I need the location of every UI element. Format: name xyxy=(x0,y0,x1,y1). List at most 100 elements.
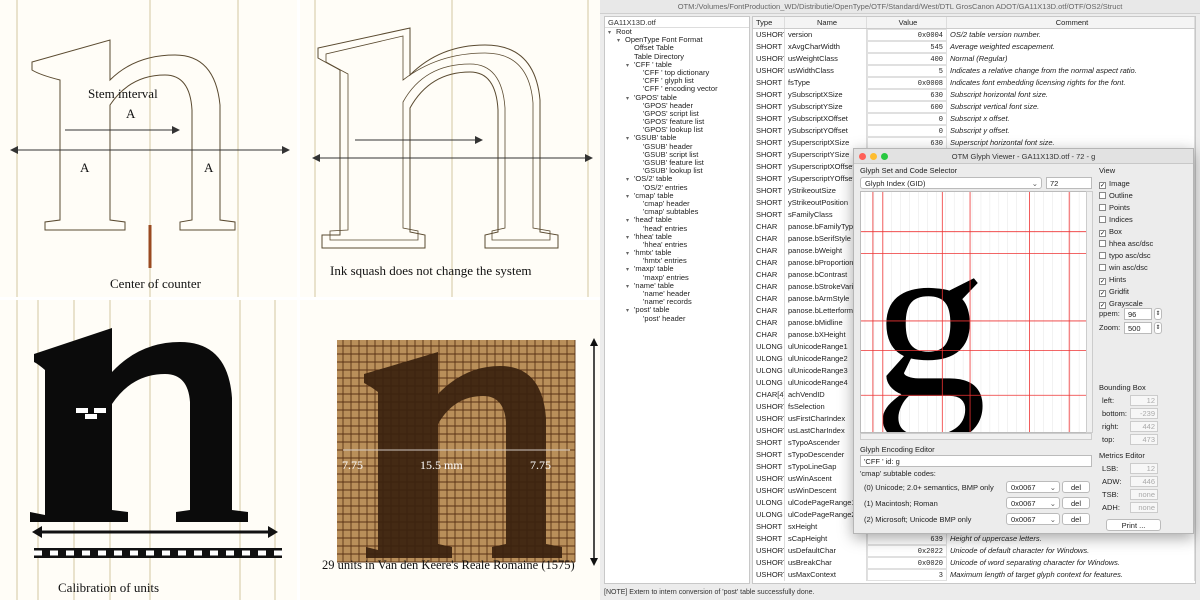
print-button[interactable]: Print ... xyxy=(1106,519,1161,531)
encoding-code-select[interactable]: 0x0067 ⌄ xyxy=(1006,481,1060,493)
checkbox-icon[interactable] xyxy=(1099,240,1106,247)
checkbox-icon[interactable]: ✓ xyxy=(1099,182,1106,189)
cell-value[interactable]: 545 xyxy=(867,41,947,53)
table-row[interactable]: SHORT xAvgCharWidth 545 Average weighted es… xyxy=(753,41,1195,53)
ppem-stepper[interactable]: ⇕ xyxy=(1154,308,1162,320)
bbox-value: 12 xyxy=(1130,395,1158,406)
cell-value[interactable]: 0x0020 xyxy=(867,557,947,569)
measure-center: 15.5 mm xyxy=(420,458,463,472)
disclosure-icon[interactable]: ▾ xyxy=(626,217,634,225)
cell-value[interactable]: 0x2022 xyxy=(867,545,947,557)
minimize-icon[interactable] xyxy=(870,153,877,160)
zoom-icon[interactable] xyxy=(881,153,888,160)
checkbox-icon[interactable] xyxy=(1099,216,1106,223)
checkbox-icon[interactable]: ✓ xyxy=(1099,278,1106,285)
cell-value[interactable]: 600 xyxy=(867,101,947,113)
table-row[interactable]: SHORT ySubscriptXOffset 0 Subscript x offse… xyxy=(753,113,1195,125)
glyph-vertical-scrollbar[interactable] xyxy=(1086,191,1093,433)
structure-tree[interactable]: GA11X13D.otf ▾ Root ▾ OpenType Font Format O… xyxy=(604,16,750,584)
table-row[interactable]: USHORT usDefaultChar 0x2022 Unicode of defa… xyxy=(753,545,1195,557)
table-row[interactable]: SHORT ySubscriptXSize 630 Subscript horizon… xyxy=(753,89,1195,101)
cell-value[interactable]: 5 xyxy=(867,65,947,77)
checkbox-icon[interactable]: ✓ xyxy=(1099,290,1106,297)
close-icon[interactable] xyxy=(859,153,866,160)
delete-button[interactable]: del xyxy=(1062,497,1090,509)
tree-node[interactable]: 'hmtx' entries xyxy=(605,257,749,265)
tree-node[interactable]: 'maxp' entries xyxy=(605,273,749,282)
view-option[interactable]: typo asc/dsc xyxy=(1099,251,1151,261)
table-row[interactable]: USHORT usWidthClass 5 Indicates a relative … xyxy=(753,65,1195,77)
col-comment-header[interactable]: Comment xyxy=(947,17,1195,28)
delete-button[interactable]: del xyxy=(1062,513,1090,525)
glyph-horizontal-scrollbar[interactable] xyxy=(860,433,1092,440)
checkbox-icon[interactable] xyxy=(1099,204,1106,211)
checkbox-icon[interactable] xyxy=(1099,264,1106,271)
table-row[interactable]: SHORT sCapHeight 639 Height of uppercase le… xyxy=(753,533,1195,545)
zoom-input[interactable]: 500 xyxy=(1124,322,1152,334)
cell-value[interactable]: 0 xyxy=(867,113,947,125)
view-option[interactable]: Indices xyxy=(1099,215,1133,225)
table-row[interactable]: USHORT version 0x0004 OS/2 table version nu… xyxy=(753,29,1195,41)
checkbox-icon[interactable] xyxy=(1099,252,1106,259)
cell-value[interactable]: 0x0004 xyxy=(867,29,947,41)
table-row[interactable]: USHORT usBreakChar 0x0020 Unicode of word s… xyxy=(753,557,1195,569)
tree-node[interactable]: Table Directory xyxy=(605,52,749,61)
col-type-header[interactable]: Type xyxy=(753,17,785,28)
tree-node[interactable]: 'hhea' entries xyxy=(605,240,749,249)
cff-id-field[interactable]: 'CFF ' id: g xyxy=(860,455,1092,467)
table-row[interactable]: SHORT ySubscriptYSize 600 Subscript vertica… xyxy=(753,101,1195,113)
tree-node[interactable]: 'OS/2' entries xyxy=(605,183,749,192)
col-value-header[interactable]: Value xyxy=(867,17,947,28)
tree-node[interactable]: 'post' header xyxy=(605,314,749,323)
cell-value[interactable]: 3 xyxy=(867,569,947,581)
view-option[interactable]: Outline xyxy=(1099,191,1133,201)
tree-node[interactable]: 'GPOS' lookup list xyxy=(605,126,749,134)
disclosure-icon[interactable]: ▾ xyxy=(608,29,616,37)
table-row[interactable]: USHORT usMaxContext 3 Maximum length of tar… xyxy=(753,569,1195,581)
disclosure-icon[interactable]: ▾ xyxy=(626,62,634,70)
disclosure-icon[interactable]: ▾ xyxy=(626,234,634,242)
disclosure-icon[interactable]: ▾ xyxy=(626,307,634,315)
glyph-set-select[interactable]: Glyph Index (GID) ⌄ xyxy=(860,177,1042,189)
checkbox-icon[interactable]: ✓ xyxy=(1099,302,1106,309)
disclosure-icon[interactable]: ▾ xyxy=(626,266,634,274)
view-option[interactable]: hhea asc/dsc xyxy=(1099,239,1153,249)
table-row[interactable]: USHORT usWeightClass 400 Normal (Regular) xyxy=(753,53,1195,65)
tree-node[interactable]: 'cmap' subtables xyxy=(605,208,749,216)
table-row[interactable]: SHORT fsType 0x0008 Indicates font embeddin… xyxy=(753,77,1195,89)
tree-node[interactable]: 'GSUB' lookup list xyxy=(605,167,749,175)
tree-node[interactable]: 'head' entries xyxy=(605,224,749,233)
zoom-stepper[interactable]: ⇕ xyxy=(1154,322,1162,334)
tree-node[interactable]: 'name' records xyxy=(605,298,749,306)
checkbox-icon[interactable] xyxy=(1099,192,1106,199)
cell-value[interactable]: 0 xyxy=(867,125,947,137)
table-row[interactable]: SHORT ySubscriptYOffset 0 Subscript y offse… xyxy=(753,125,1195,137)
cell-value[interactable]: 630 xyxy=(867,89,947,101)
disclosure-icon[interactable]: ▾ xyxy=(617,37,625,45)
view-option[interactable]: Points xyxy=(1099,203,1130,213)
disclosure-icon[interactable]: ▾ xyxy=(626,95,634,103)
disclosure-icon[interactable]: ▾ xyxy=(626,135,634,143)
disclosure-icon[interactable]: ▾ xyxy=(626,250,634,258)
tree-node[interactable]: ▾ OpenType Font Format xyxy=(605,36,749,45)
view-option[interactable]: ✓ Hints xyxy=(1099,275,1126,285)
checkbox-icon[interactable]: ✓ xyxy=(1099,230,1106,237)
ppem-input[interactable]: 96 xyxy=(1124,308,1152,320)
view-option[interactable]: ✓ Box xyxy=(1099,227,1122,237)
tree-node[interactable]: 'CFF ' encoding vector xyxy=(605,85,749,93)
col-name-header[interactable]: Name xyxy=(785,17,867,28)
view-option[interactable]: ✓ Image xyxy=(1099,179,1130,189)
glyph-code-input[interactable]: 72 xyxy=(1046,177,1092,189)
cell-value[interactable]: 400 xyxy=(867,53,947,65)
glyph-canvas[interactable]: g xyxy=(860,191,1092,433)
cell-value[interactable]: 0x0008 xyxy=(867,77,947,89)
delete-button[interactable]: del xyxy=(1062,481,1090,493)
disclosure-icon[interactable]: ▾ xyxy=(626,283,634,291)
cell-value[interactable]: 639 xyxy=(867,533,947,545)
disclosure-icon[interactable]: ▾ xyxy=(626,176,634,184)
disclosure-icon[interactable]: ▾ xyxy=(626,193,634,201)
encoding-code-select[interactable]: 0x0067 ⌄ xyxy=(1006,497,1060,509)
encoding-code-select[interactable]: 0x0067 ⌄ xyxy=(1006,513,1060,525)
view-option[interactable]: ✓ Gridfit xyxy=(1099,287,1129,297)
view-option[interactable]: win asc/dsc xyxy=(1099,263,1148,273)
